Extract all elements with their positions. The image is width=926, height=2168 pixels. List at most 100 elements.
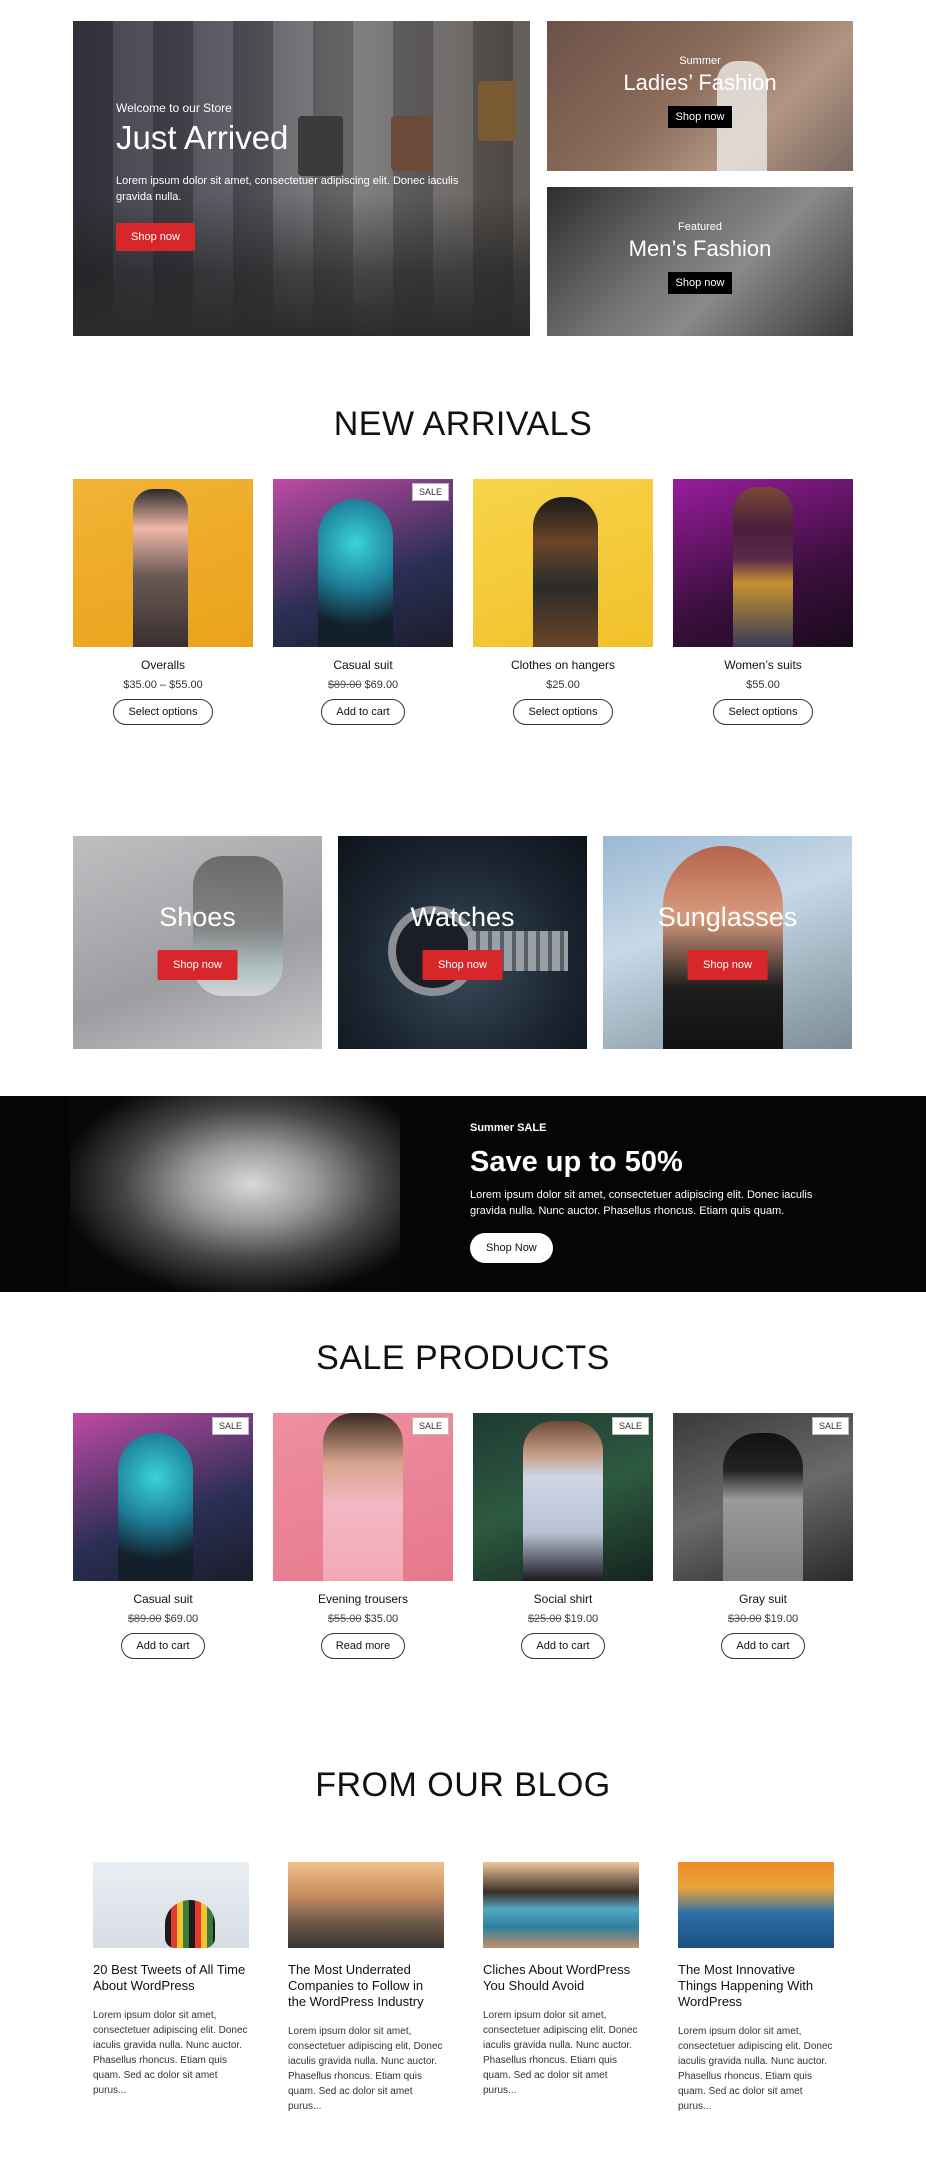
blog-image[interactable] [288,1862,444,1948]
product-name[interactable]: Gray suit [673,1592,853,1606]
product-card[interactable]: SALE Evening trousers $55.00 $35.00 Read… [273,1413,453,1659]
category-shop-button[interactable]: Shop now [687,950,768,980]
product-name[interactable]: Overalls [73,658,253,672]
product-price: $35.00 – $55.00 [123,679,203,691]
product-card[interactable]: SALE Gray suit $30.00 $19.00 Add to cart [673,1413,853,1659]
product-name[interactable]: Casual suit [273,658,453,672]
model-figure [118,1433,193,1581]
read-more-button[interactable]: Read more [320,1633,406,1659]
product-card[interactable]: Clothes on hangers $25.00 Select options [473,479,653,725]
product-price: $25.00 [546,679,580,691]
ladies-shop-button[interactable]: Shop now [667,106,733,128]
select-options-button[interactable]: Select options [513,699,613,725]
product-price: $25.00 $19.00 [527,1613,599,1625]
promo-text: Lorem ipsum dolor sit amet, consectetuer… [470,1189,813,1217]
hero-text: Lorem ipsum dolor sit amet, consectetuer… [116,175,459,203]
mens-fashion-banner[interactable]: Featured Men’s Fashion Shop now [547,187,853,336]
product-image[interactable] [673,479,853,647]
blog-post-excerpt: Lorem ipsum dolor sit amet, consectetuer… [93,2010,248,2096]
add-to-cart-button[interactable]: Add to cart [121,1633,205,1659]
product-price: $89.00 $69.00 [127,1613,199,1625]
balloon-photo [165,1900,215,1948]
hero-welcome: Welcome to our Store [116,101,232,115]
product-price: $55.00 $35.00 [327,1613,399,1625]
sale-badge: SALE [611,1417,649,1435]
blog-post-title[interactable]: 20 Best Tweets of All Time About WordPre… [93,1962,249,1994]
product-price: $89.00 $69.00 [327,679,399,691]
blog-post[interactable]: Cliches About WordPress You Should Avoid… [483,1862,639,2098]
category-shoes[interactable]: Shoes Shop now [73,836,322,1049]
hero-title: Just Arrived [116,119,289,156]
sale-products-title: SALE PRODUCTS [316,1339,610,1377]
blog-post[interactable]: The Most Innovative Things Happening Wit… [678,1862,834,2114]
product-image[interactable]: SALE [73,1413,253,1581]
model-figure [533,497,598,647]
product-card[interactable]: Overalls $35.00 – $55.00 Select options [73,479,253,725]
blog-post-title[interactable]: The Most Innovative Things Happening Wit… [678,1962,834,2010]
category-shop-button[interactable]: Shop now [422,950,503,980]
promo-model-photo [70,1096,400,1292]
model-figure [318,499,393,647]
product-card[interactable]: SALE Casual suit $89.00 $69.00 Add to ca… [73,1413,253,1659]
add-to-cart-button[interactable]: Add to cart [521,1633,605,1659]
model-figure [723,1433,803,1581]
blog-post-excerpt: Lorem ipsum dolor sit amet, consectetuer… [288,2026,443,2112]
category-sunglasses[interactable]: Sunglasses Shop now [603,836,852,1049]
select-options-button[interactable]: Select options [113,699,213,725]
category-title: Watches [410,902,515,932]
new-arrivals-title: NEW ARRIVALS [333,405,593,443]
mens-sub: Featured [677,221,723,233]
product-card[interactable]: SALE Casual suit $89.00 $69.00 Add to ca… [273,479,453,725]
blog-image[interactable] [93,1862,249,1948]
sale-badge: SALE [211,1417,249,1435]
add-to-cart-button[interactable]: Add to cart [321,699,405,725]
blog-image[interactable] [483,1862,639,1948]
product-image[interactable]: SALE [673,1413,853,1581]
blog-title: FROM OUR BLOG [315,1766,611,1804]
category-shop-button[interactable]: Shop now [157,950,238,980]
blog-image[interactable] [678,1862,834,1948]
product-image[interactable]: SALE [273,1413,453,1581]
hero-shop-button[interactable]: Shop now [116,223,195,251]
model-photo [663,846,783,1049]
select-options-button[interactable]: Select options [713,699,813,725]
add-to-cart-button[interactable]: Add to cart [721,1633,805,1659]
product-price: $55.00 [746,679,780,691]
product-card[interactable]: Women’s suits $55.00 Select options [673,479,853,725]
model-figure [733,487,793,647]
blog-post-title[interactable]: The Most Underrated Companies to Follow … [288,1962,444,2010]
blog-post-excerpt: Lorem ipsum dolor sit amet, consectetuer… [483,2010,638,2096]
product-name[interactable]: Social shirt [473,1592,653,1606]
category-title: Sunglasses [657,902,798,932]
blog-post-excerpt: Lorem ipsum dolor sit amet, consectetuer… [678,2026,833,2112]
model-figure [523,1421,603,1581]
product-image[interactable] [473,479,653,647]
blog-post[interactable]: The Most Underrated Companies to Follow … [288,1862,444,2114]
product-name[interactable]: Evening trousers [273,1592,453,1606]
product-image[interactable] [73,479,253,647]
product-price: $30.00 $19.00 [727,1613,799,1625]
mens-title: Men’s Fashion [628,236,772,261]
category-watches[interactable]: Watches Shop now [338,836,587,1049]
promo-sub: Summer SALE [470,1122,547,1134]
product-name[interactable]: Clothes on hangers [473,658,653,672]
hero-banner[interactable]: Welcome to our Store Just Arrived Lorem … [73,21,530,336]
promo-title: Save up to 50% [470,1146,683,1178]
product-name[interactable]: Casual suit [73,1592,253,1606]
category-title: Shoes [159,902,236,932]
sale-badge: SALE [811,1417,849,1435]
product-image[interactable]: SALE [473,1413,653,1581]
promo-shop-button[interactable]: Shop Now [470,1233,553,1263]
product-card[interactable]: SALE Social shirt $25.00 $19.00 Add to c… [473,1413,653,1659]
model-figure [323,1413,403,1581]
product-name[interactable]: Women’s suits [673,658,853,672]
ladies-title: Ladies’ Fashion [623,70,777,95]
blog-post-title[interactable]: Cliches About WordPress You Should Avoid [483,1962,639,1994]
sale-badge: SALE [411,1417,449,1435]
product-image[interactable]: SALE [273,479,453,647]
model-figure [133,489,188,647]
blog-post[interactable]: 20 Best Tweets of All Time About WordPre… [93,1862,249,2098]
ladies-fashion-banner[interactable]: Summer Ladies’ Fashion Shop now [547,21,853,171]
ladies-sub: Summer [679,55,721,67]
mens-shop-button[interactable]: Shop now [667,272,733,294]
